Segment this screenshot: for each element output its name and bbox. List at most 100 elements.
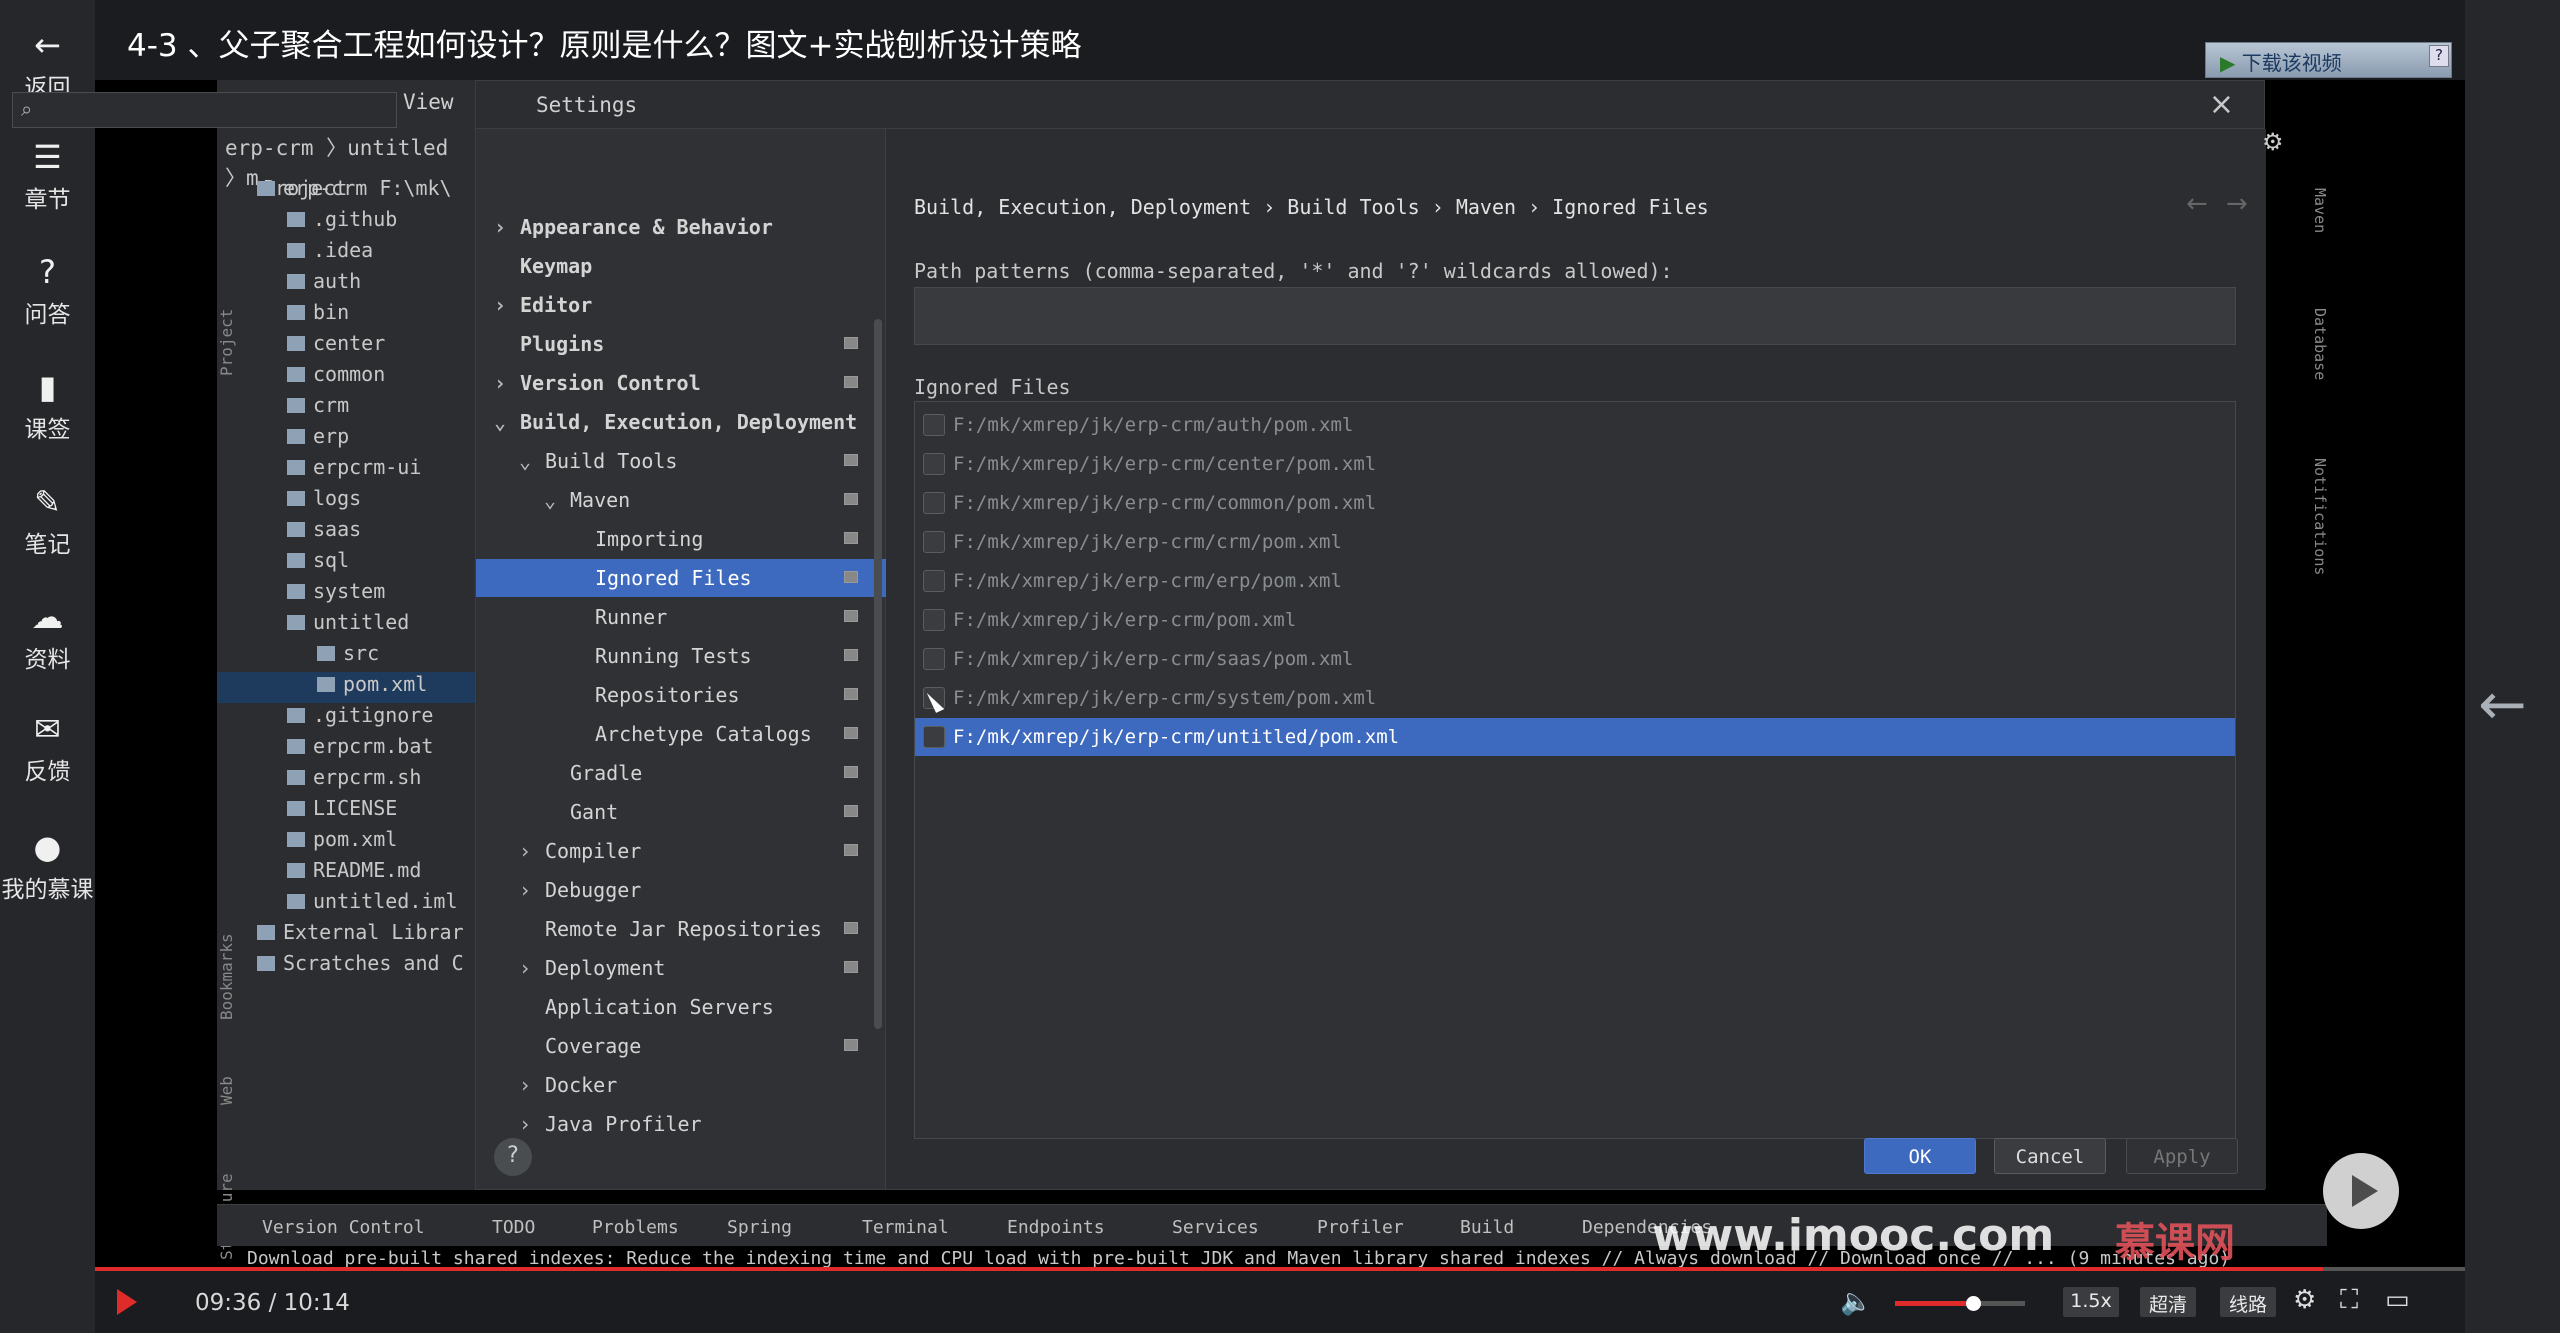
file-checkbox[interactable] <box>923 570 945 592</box>
settings-nav-item[interactable]: › Docker <box>476 1066 886 1104</box>
settings-nav-item[interactable]: › Appearance & Behavior <box>476 208 886 246</box>
chevron-icon[interactable]: › <box>494 371 506 395</box>
tree-row[interactable]: Scratches and C <box>217 951 477 982</box>
file-checkbox[interactable] <box>923 648 945 670</box>
chevron-icon[interactable]: ⌄ <box>519 449 531 473</box>
tree-row[interactable]: LICENSE <box>217 796 477 827</box>
nav-item-0[interactable]: ← 返回 <box>0 28 95 102</box>
ignored-file-row[interactable]: F:/mk/xmrep/jk/erp-crm/saas/pom.xml <box>915 640 2235 678</box>
tree-row[interactable]: .github <box>217 207 477 238</box>
tool-window-services[interactable]: Services <box>1172 1217 1259 1238</box>
settings-nav-item[interactable]: Ignored Files <box>476 559 886 597</box>
tool-window-version-control[interactable]: Version Control <box>262 1217 425 1238</box>
ok-button[interactable]: OK <box>1864 1138 1976 1174</box>
quality-button[interactable]: 超清 <box>2140 1287 2196 1317</box>
window-mode-icon[interactable]: ▭ <box>2385 1285 2410 1315</box>
ignored-file-row[interactable]: F:/mk/xmrep/jk/erp-crm/erp/pom.xml <box>915 562 2235 600</box>
speed-button[interactable]: 1.5x <box>2063 1287 2119 1317</box>
nav-item-6[interactable]: ✉ 反馈 <box>0 712 95 786</box>
tree-row[interactable]: untitled <box>217 610 477 641</box>
volume-icon[interactable]: 🔈 <box>1840 1287 1872 1317</box>
volume-knob[interactable] <box>1966 1296 1981 1311</box>
right-tab-maven[interactable]: Maven <box>2311 188 2329 233</box>
tree-row[interactable]: erpcrm-ui <box>217 455 477 486</box>
tool-window-profiler[interactable]: Profiler <box>1317 1217 1404 1238</box>
apply-button[interactable]: Apply <box>2126 1138 2238 1174</box>
tree-row[interactable]: .idea <box>217 238 477 269</box>
tree-row[interactable]: bin <box>217 300 477 331</box>
tree-row[interactable]: sql <box>217 548 477 579</box>
tree-row[interactable]: erpcrm.sh <box>217 765 477 796</box>
gear-icon[interactable]: ⚙ <box>2262 128 2284 156</box>
settings-nav-item[interactable]: Archetype Catalogs <box>476 715 886 753</box>
back-arrow-icon[interactable]: ← <box>2186 189 2208 219</box>
menu-item-view[interactable]: View <box>403 90 454 114</box>
settings-gear-icon[interactable]: ⚙ <box>2293 1285 2316 1315</box>
settings-nav-item[interactable]: Remote Jar Repositories <box>476 910 886 948</box>
chevron-icon[interactable]: › <box>519 839 531 863</box>
side-tab-project[interactable]: Project <box>217 266 247 376</box>
nav-item-7[interactable]: ● 我的慕课 <box>0 830 95 904</box>
close-icon[interactable]: × <box>2209 87 2234 122</box>
tool-window-problems[interactable]: Problems <box>592 1217 679 1238</box>
fullscreen-icon[interactable]: ⛶ <box>2340 1285 2358 1316</box>
help-button[interactable]: ? <box>494 1138 532 1176</box>
settings-nav-item[interactable]: Importing <box>476 520 886 558</box>
forward-arrow-icon[interactable]: → <box>2226 189 2248 219</box>
ignored-file-row[interactable]: F:/mk/xmrep/jk/erp-crm/auth/pom.xml <box>915 406 2235 444</box>
ignored-file-row[interactable]: F:/mk/xmrep/jk/erp-crm/pom.xml <box>915 601 2235 639</box>
settings-nav-item[interactable]: › Version Control <box>476 364 886 402</box>
settings-nav-item[interactable]: Gant <box>476 793 886 831</box>
settings-nav-item[interactable]: Runner <box>476 598 886 636</box>
nav-item-5[interactable]: ☁ 资料 <box>0 600 95 674</box>
chevron-icon[interactable]: › <box>494 293 506 317</box>
file-checkbox[interactable] <box>923 453 945 475</box>
tree-row[interactable]: erpcrm.bat <box>217 734 477 765</box>
ignored-file-row[interactable]: F:/mk/xmrep/jk/erp-crm/untitled/pom.xml <box>915 718 2235 756</box>
tool-window-build[interactable]: Build <box>1460 1217 1514 1238</box>
nav-item-1[interactable]: ☰ 章节 <box>0 140 95 214</box>
settings-nav-item[interactable]: ⌄ Build, Execution, Deployment <box>476 403 886 441</box>
file-checkbox[interactable] <box>923 609 945 631</box>
right-tab-notifications[interactable]: Notifications <box>2311 458 2329 575</box>
volume-slider[interactable] <box>1895 1296 2025 1311</box>
nav-item-4[interactable]: ✎ 笔记 <box>0 485 95 559</box>
help-icon[interactable]: ? <box>2429 45 2449 67</box>
chevron-icon[interactable]: › <box>519 1073 531 1097</box>
side-tab-bookmarks[interactable]: Bookmarks <box>217 900 247 1020</box>
ignored-file-row[interactable]: F:/mk/xmrep/jk/erp-crm/crm/pom.xml <box>915 523 2235 561</box>
play-icon[interactable] <box>117 1289 137 1315</box>
settings-nav-item[interactable]: › Debugger <box>476 871 886 909</box>
tree-row[interactable]: common <box>217 362 477 393</box>
settings-nav-item[interactable]: ⌄ Build Tools <box>476 442 886 480</box>
settings-nav-item[interactable]: › Editor <box>476 286 886 324</box>
tool-window-terminal[interactable]: Terminal <box>862 1217 949 1238</box>
tree-row[interactable]: .gitignore <box>217 703 477 734</box>
tree-row[interactable]: pom.xml <box>217 672 477 703</box>
chevron-icon[interactable]: › <box>519 956 531 980</box>
file-checkbox[interactable] <box>923 726 945 748</box>
settings-nav-item[interactable]: ⌄ Maven <box>476 481 886 519</box>
tree-row[interactable]: External Librar <box>217 920 477 951</box>
settings-nav-item[interactable]: Gradle <box>476 754 886 792</box>
tree-row[interactable]: system <box>217 579 477 610</box>
download-video-button[interactable]: ▶ 下载该视频 ? <box>2205 42 2452 78</box>
tree-row[interactable]: saas <box>217 517 477 548</box>
file-checkbox[interactable] <box>923 414 945 436</box>
tree-row[interactable]: src <box>217 641 477 672</box>
cancel-button[interactable]: Cancel <box>1994 1138 2106 1174</box>
tree-row[interactable]: pom.xml <box>217 827 477 858</box>
ignored-file-row[interactable]: F:/mk/xmrep/jk/erp-crm/center/pom.xml <box>915 445 2235 483</box>
tree-row[interactable]: erp <box>217 424 477 455</box>
line-button[interactable]: 线路 <box>2220 1287 2276 1317</box>
file-checkbox[interactable] <box>923 531 945 553</box>
settings-nav-item[interactable]: Application Servers <box>476 988 886 1026</box>
right-tab-database[interactable]: Database <box>2311 308 2329 380</box>
chevron-icon[interactable]: › <box>494 215 506 239</box>
chevron-icon[interactable]: › <box>519 878 531 902</box>
settings-nav-item[interactable]: Keymap <box>476 247 886 285</box>
ignored-file-row[interactable]: F:/mk/xmrep/jk/erp-crm/common/pom.xml <box>915 484 2235 522</box>
tree-row[interactable]: erp-crm F:\mk\ <box>217 176 477 207</box>
tree-row[interactable]: auth <box>217 269 477 300</box>
file-checkbox[interactable] <box>923 492 945 514</box>
